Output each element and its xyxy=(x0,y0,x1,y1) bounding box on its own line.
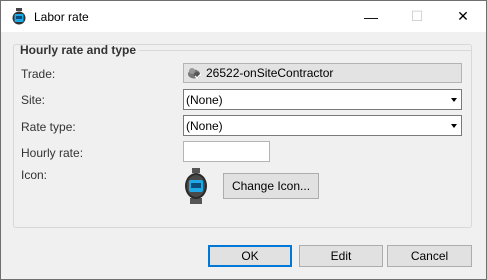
close-icon: ✕ xyxy=(457,8,469,24)
change-icon-label: Change Icon... xyxy=(231,179,311,193)
trade-label: Trade: xyxy=(21,67,56,81)
window-title: Labor rate xyxy=(34,10,89,24)
edit-label: Edit xyxy=(330,249,352,263)
hourly-rate-label: Hourly rate: xyxy=(21,146,84,160)
close-button[interactable]: ✕ xyxy=(440,1,486,32)
site-value: (None) xyxy=(186,93,223,107)
title-bar: Labor rate — ☐ ✕ xyxy=(1,1,486,32)
minimize-icon: — xyxy=(364,8,378,25)
ok-button[interactable]: OK xyxy=(208,245,292,267)
site-label: Site: xyxy=(21,93,46,107)
stopwatch-icon xyxy=(185,168,207,204)
group-title: Hourly rate and type xyxy=(20,43,137,57)
chevron-down-icon xyxy=(451,98,457,102)
change-icon-button[interactable]: Change Icon... xyxy=(223,173,319,199)
trade-value: 26522-onSiteContractor xyxy=(206,66,334,80)
contractor-icon xyxy=(188,68,202,79)
labor-rate-dialog: Labor rate — ☐ ✕ Hourly rate and type Tr… xyxy=(0,0,487,280)
maximize-button[interactable]: ☐ xyxy=(394,1,440,32)
rate-type-dropdown[interactable]: (None) xyxy=(183,115,462,136)
icon-label: Icon: xyxy=(21,168,48,182)
stopwatch-icon xyxy=(12,8,26,25)
edit-button[interactable]: Edit xyxy=(299,245,383,267)
site-dropdown[interactable]: (None) xyxy=(183,89,462,110)
cancel-button[interactable]: Cancel xyxy=(387,245,472,267)
maximize-icon: ☐ xyxy=(410,8,424,24)
minimize-button[interactable]: — xyxy=(348,1,394,32)
rate-type-value: (None) xyxy=(186,119,223,133)
cancel-label: Cancel xyxy=(410,249,449,263)
group-divider xyxy=(139,50,472,51)
chevron-down-icon xyxy=(451,124,457,128)
hourly-rate-input[interactable] xyxy=(183,141,270,162)
trade-field: 26522-onSiteContractor xyxy=(183,63,462,83)
focus-ring xyxy=(209,246,291,266)
rate-type-label: Rate type: xyxy=(21,120,76,134)
